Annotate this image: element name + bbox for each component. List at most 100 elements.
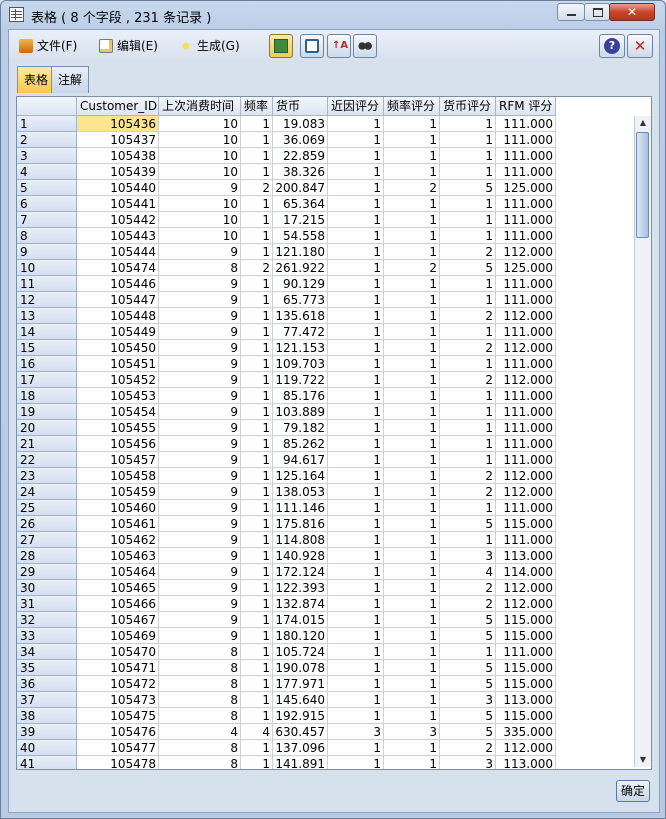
table-cell[interactable]: 1	[384, 756, 440, 769]
table-cell[interactable]: 3	[328, 724, 384, 740]
table-cell[interactable]: 9	[159, 612, 241, 628]
table-row[interactable]: 20 105455 9 1 79.182 1 1 1 111.000	[17, 420, 556, 436]
table-cell[interactable]: 2	[440, 484, 496, 500]
table-cell[interactable]: 111.000	[496, 116, 556, 132]
table-cell[interactable]: 2	[241, 180, 273, 196]
table-cell[interactable]: 1	[328, 212, 384, 228]
table-row[interactable]: 21 105456 9 1 85.262 1 1 1 111.000	[17, 436, 556, 452]
table-cell[interactable]: 105460	[77, 500, 159, 516]
table-cell[interactable]: 1	[241, 164, 273, 180]
table-cell[interactable]: 8	[159, 692, 241, 708]
table-cell[interactable]: 1	[241, 660, 273, 676]
table-cell[interactable]: 115.000	[496, 660, 556, 676]
table-cell[interactable]: 1	[241, 356, 273, 372]
table-cell[interactable]: 9	[159, 564, 241, 580]
table-cell[interactable]: 2	[440, 340, 496, 356]
table-cell[interactable]: 1	[328, 612, 384, 628]
table-cell[interactable]: 138.053	[273, 484, 328, 500]
table-cell[interactable]: 1	[241, 628, 273, 644]
table-cell[interactable]: 112.000	[496, 484, 556, 500]
table-cell[interactable]: 1	[328, 564, 384, 580]
table-cell[interactable]: 105467	[77, 612, 159, 628]
table-cell[interactable]: 1	[328, 676, 384, 692]
table-cell[interactable]: 111.000	[496, 532, 556, 548]
table-row[interactable]: 35 105471 8 1 190.078 1 1 5 115.000	[17, 660, 556, 676]
table-cell[interactable]: 1	[328, 484, 384, 500]
table-cell[interactable]: 77.472	[273, 324, 328, 340]
table-cell[interactable]: 2	[440, 468, 496, 484]
table-cell[interactable]: 1	[328, 148, 384, 164]
table-cell[interactable]: 2	[384, 260, 440, 276]
table-cell[interactable]: 112.000	[496, 468, 556, 484]
table-cell[interactable]: 1	[241, 212, 273, 228]
table-cell[interactable]: 1	[241, 644, 273, 660]
table-row[interactable]: 30 105465 9 1 122.393 1 1 2 112.000	[17, 580, 556, 596]
table-cell[interactable]: 105475	[77, 708, 159, 724]
table-cell[interactable]: 1	[384, 436, 440, 452]
row-number[interactable]: 23	[17, 468, 77, 484]
table-cell[interactable]: 2	[241, 260, 273, 276]
table-cell[interactable]: 1	[241, 228, 273, 244]
table-cell[interactable]: 1	[384, 388, 440, 404]
table-cell[interactable]: 1	[328, 292, 384, 308]
table-cell[interactable]: 105459	[77, 484, 159, 500]
table-cell[interactable]: 1	[328, 548, 384, 564]
table-cell[interactable]: 121.153	[273, 340, 328, 356]
table-cell[interactable]: 1	[384, 276, 440, 292]
table-cell[interactable]: 115.000	[496, 628, 556, 644]
table-cell[interactable]: 1	[241, 676, 273, 692]
table-cell[interactable]: 1	[328, 308, 384, 324]
table-cell[interactable]: 1	[328, 628, 384, 644]
table-cell[interactable]: 9	[159, 276, 241, 292]
copy-table-button[interactable]	[269, 34, 293, 58]
table-row[interactable]: 5 105440 9 2 200.847 1 2 5 125.000	[17, 180, 556, 196]
table-row[interactable]: 41 105478 8 1 141.891 1 1 3 113.000	[17, 756, 556, 769]
table-cell[interactable]: 112.000	[496, 244, 556, 260]
table-row[interactable]: 3 105438 10 1 22.859 1 1 1 111.000	[17, 148, 556, 164]
table-cell[interactable]: 105476	[77, 724, 159, 740]
table-cell[interactable]: 111.000	[496, 436, 556, 452]
table-cell[interactable]: 1	[241, 484, 273, 500]
data-grid[interactable]: Customer_ID 上次消费时间 频率 货币 近因评分 频率评分 货币评分 RFM 评分 …	[16, 96, 652, 770]
table-row[interactable]: 18 105453 9 1 85.176 1 1 1 111.000	[17, 388, 556, 404]
table-cell[interactable]: 10	[159, 196, 241, 212]
row-number[interactable]: 11	[17, 276, 77, 292]
table-cell[interactable]: 125.164	[273, 468, 328, 484]
tab-notes[interactable]: 注解	[51, 66, 90, 93]
table-cell[interactable]: 1	[384, 564, 440, 580]
table-cell[interactable]: 9	[159, 244, 241, 260]
column-header[interactable]: 频率评分	[384, 97, 440, 116]
table-cell[interactable]: 115.000	[496, 676, 556, 692]
table-cell[interactable]: 1	[440, 356, 496, 372]
table-cell[interactable]: 1	[328, 260, 384, 276]
table-cell[interactable]: 3	[440, 692, 496, 708]
table-cell[interactable]: 9	[159, 308, 241, 324]
table-cell[interactable]: 1	[384, 692, 440, 708]
table-cell[interactable]: 1	[328, 420, 384, 436]
table-cell[interactable]: 8	[159, 676, 241, 692]
table-cell[interactable]: 10	[159, 116, 241, 132]
table-cell[interactable]: 1	[384, 196, 440, 212]
title-bar[interactable]: 表格 ( 8 个字段 , 231 条记录 ) ✕	[1, 1, 665, 29]
table-cell[interactable]: 1	[241, 324, 273, 340]
table-cell[interactable]: 105478	[77, 756, 159, 769]
table-cell[interactable]: 5	[440, 628, 496, 644]
table-cell[interactable]: 105472	[77, 676, 159, 692]
table-cell[interactable]: 1	[384, 548, 440, 564]
table-cell[interactable]: 1	[328, 164, 384, 180]
table-row[interactable]: 10 105474 8 2 261.922 1 2 5 125.000	[17, 260, 556, 276]
table-cell[interactable]: 105447	[77, 292, 159, 308]
row-number[interactable]: 9	[17, 244, 77, 260]
row-number[interactable]: 4	[17, 164, 77, 180]
table-cell[interactable]: 5	[440, 676, 496, 692]
table-row[interactable]: 33 105469 9 1 180.120 1 1 5 115.000	[17, 628, 556, 644]
table-cell[interactable]: 1	[328, 740, 384, 756]
table-cell[interactable]: 1	[384, 740, 440, 756]
table-cell[interactable]: 105455	[77, 420, 159, 436]
column-header[interactable]: 货币	[273, 97, 328, 116]
table-cell[interactable]: 8	[159, 756, 241, 769]
row-number[interactable]: 12	[17, 292, 77, 308]
table-cell[interactable]: 1	[241, 340, 273, 356]
table-cell[interactable]: 54.558	[273, 228, 328, 244]
table-cell[interactable]: 1	[241, 372, 273, 388]
